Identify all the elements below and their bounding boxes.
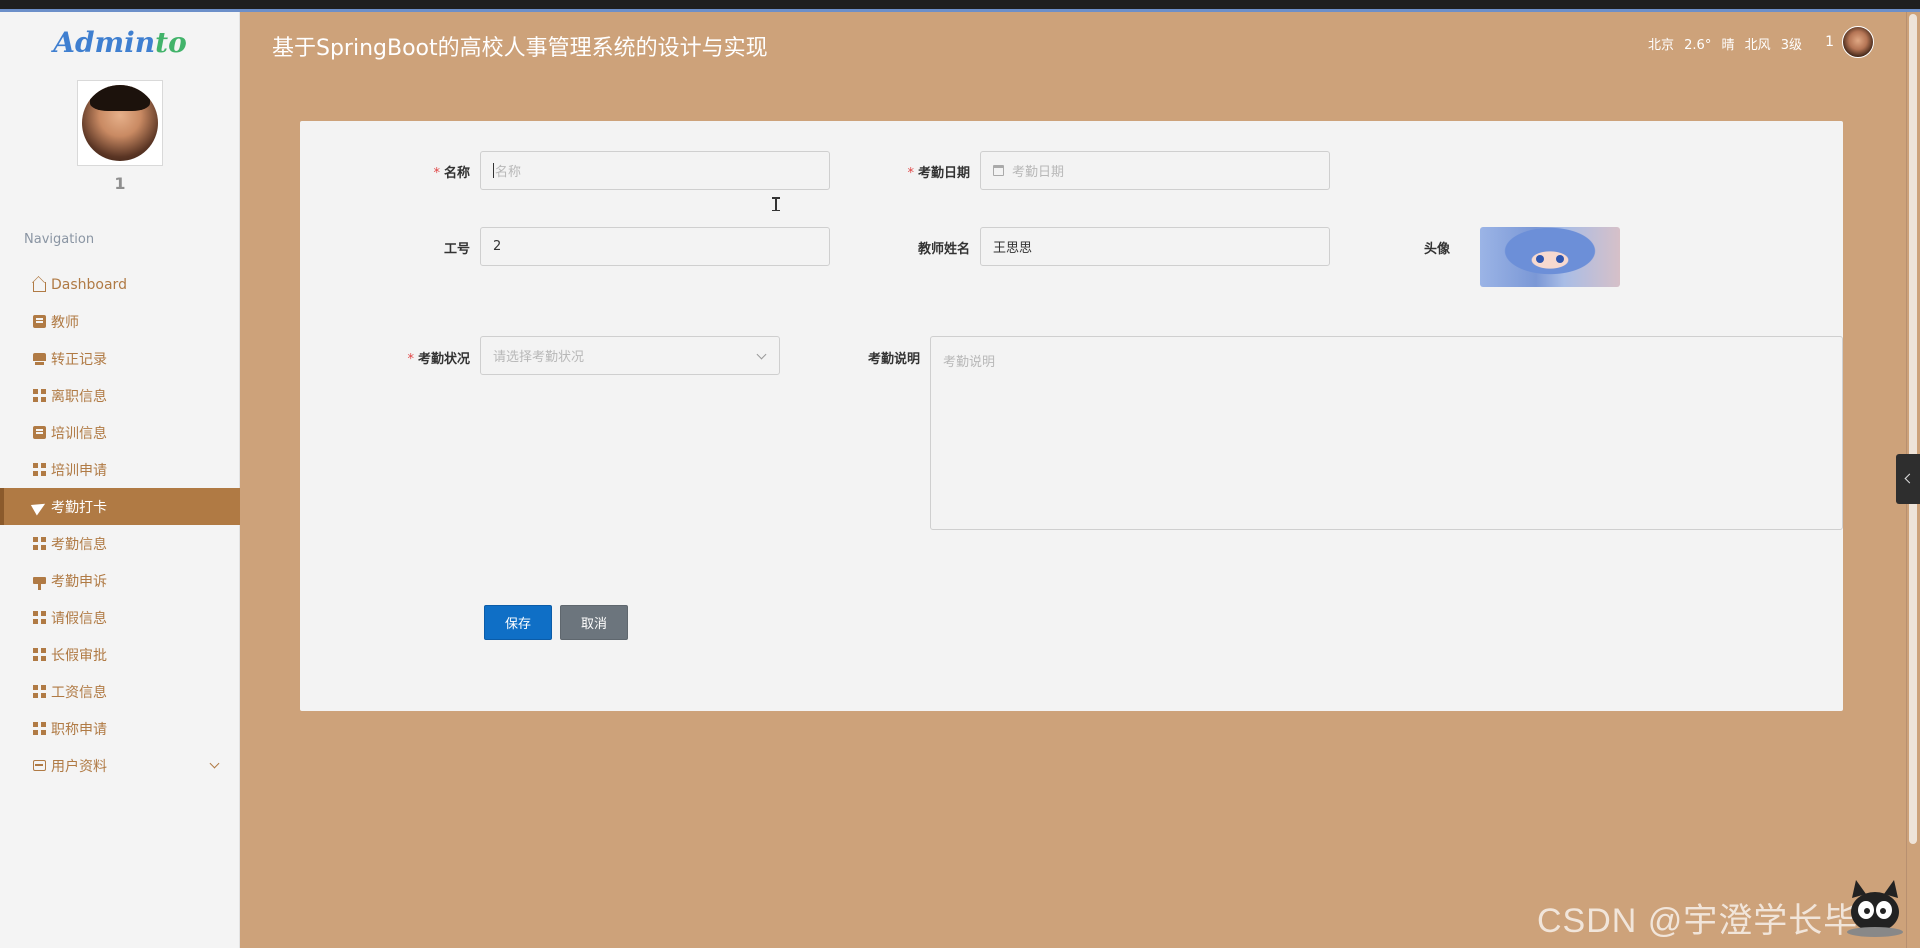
required-mark: * — [433, 166, 440, 181]
text-cursor-icon — [772, 197, 780, 211]
date-label: * 考勤日期 — [907, 166, 970, 181]
chevron-down-icon — [756, 349, 767, 360]
teacher-name-input[interactable]: 王思思 — [980, 227, 1330, 266]
text-caret — [493, 163, 494, 178]
sidebar-item-leave-info[interactable]: 请假信息 — [0, 599, 240, 636]
collapse-panel-handle[interactable] — [1896, 454, 1920, 504]
description-textarea[interactable]: 考勤说明 — [930, 336, 1843, 530]
sidebar-item-attendance-info[interactable]: 考勤信息 — [0, 525, 240, 562]
sidebar-item-resignation[interactable]: 离职信息 — [0, 377, 240, 414]
sidebar-item-training-apply[interactable]: 培训申请 — [0, 451, 240, 488]
job-no-label: 工号 — [443, 242, 470, 257]
cancel-button[interactable]: 取消 — [560, 605, 628, 640]
grid-icon — [33, 611, 46, 624]
sidebar-item-user-profile[interactable]: 用户资料 — [0, 747, 240, 784]
grid-icon — [33, 648, 46, 661]
required-mark: * — [407, 352, 414, 367]
mascot-icon — [1847, 880, 1903, 937]
card-icon — [33, 352, 46, 365]
sidebar-item-title-apply[interactable]: 职称申请 — [0, 710, 240, 747]
sidebar-item-salary[interactable]: 工资信息 — [0, 673, 240, 710]
header-avatar[interactable] — [1842, 26, 1874, 58]
name-label: * 名称 — [433, 166, 470, 181]
scrollbar-thumb[interactable] — [1909, 14, 1917, 844]
sidebar-avatar[interactable] — [77, 80, 163, 166]
sidebar-item-attendance-checkin[interactable]: 考勤打卡 — [0, 488, 240, 525]
clipboard-icon — [33, 315, 46, 328]
job-no-input[interactable]: 2 — [480, 227, 830, 266]
wallet-icon — [33, 760, 46, 771]
nav-section-title: Navigation — [24, 232, 95, 247]
name-input[interactable]: 名称 — [480, 151, 830, 211]
sidebar-user-name: 1 — [114, 174, 126, 193]
status-label: * 考勤状况 — [407, 352, 470, 367]
save-button[interactable]: 保存 — [484, 605, 552, 640]
status-select[interactable]: 请选择考勤状况 — [480, 336, 780, 375]
grid-icon — [33, 389, 46, 402]
sidebar-item-attendance-appeal[interactable]: 考勤申诉 — [0, 562, 240, 599]
calendar-icon — [993, 165, 1004, 176]
sidebar: Adminto 1 Navigation Dashboard 教师 转正记录 离… — [0, 12, 240, 948]
grid9-icon — [33, 685, 46, 698]
window-top-strip — [0, 0, 1920, 12]
sidebar-item-teacher[interactable]: 教师 — [0, 303, 240, 340]
weather-info: 北京 2.6° 晴 北风 3级 — [1648, 38, 1802, 53]
grid-icon — [33, 463, 46, 476]
avatar-thumbnail[interactable] — [1480, 227, 1620, 287]
page-title: 基于SpringBoot的高校人事管理系统的设计与实现 — [272, 36, 768, 61]
avatar-label: 头像 — [1423, 242, 1450, 257]
grid-icon — [33, 537, 46, 550]
description-label: 考勤说明 — [867, 352, 920, 367]
grid-icon — [33, 722, 46, 735]
paper-plane-icon — [30, 498, 49, 515]
header-user-name[interactable]: 1 — [1825, 34, 1834, 50]
teacher-name-label: 教师姓名 — [917, 242, 970, 257]
sidebar-item-long-leave[interactable]: 长假审批 — [0, 636, 240, 673]
clipboard-icon — [33, 426, 46, 439]
date-picker[interactable]: 考勤日期 — [980, 151, 1330, 190]
pin-icon — [33, 577, 46, 590]
sidebar-item-regularization[interactable]: 转正记录 — [0, 340, 240, 377]
home-icon — [33, 281, 46, 292]
avatar-image — [82, 85, 158, 161]
required-mark: * — [907, 166, 914, 181]
sidebar-nav: Dashboard 教师 转正记录 离职信息 培训信息 培训申请 考勤打卡 考勤… — [0, 266, 240, 784]
chevron-down-icon — [209, 758, 220, 769]
sidebar-item-training-info[interactable]: 培训信息 — [0, 414, 240, 451]
watermark: CSDN @宇澄学长毕设 — [1537, 902, 1894, 940]
form-panel: * 名称 名称 * 考勤日期 考勤日期 工号 2 教师姓名 王思思 头像 * 考勤状况… — [300, 121, 1843, 711]
app-logo[interactable]: Adminto — [0, 26, 240, 59]
sidebar-item-dashboard[interactable]: Dashboard — [0, 266, 240, 303]
